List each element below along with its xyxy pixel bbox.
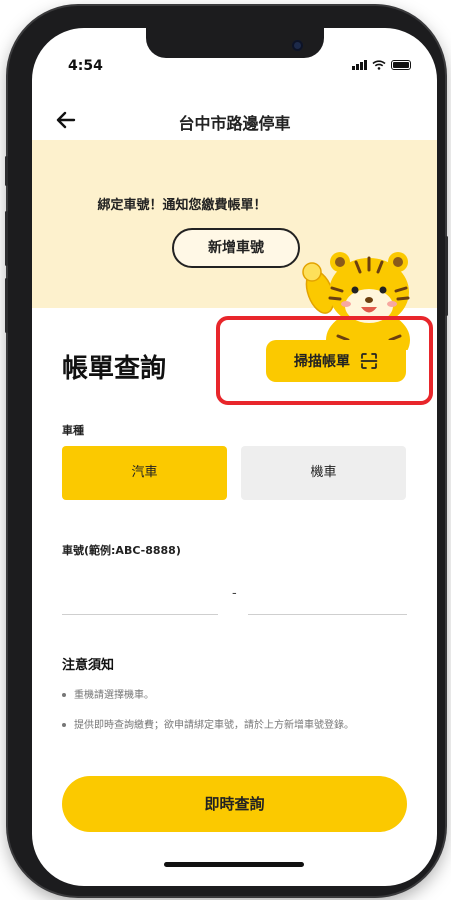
signal-icon <box>352 60 367 70</box>
app-screen: 4:54 台中市路邊停車 綁定車號！通知您繳費帳單！ 新增車號 帳單查詢 掃描帳… <box>32 28 437 886</box>
mute-switch <box>5 156 8 186</box>
notice-item: 重機請選擇機車。 <box>62 686 154 705</box>
notch <box>146 28 324 58</box>
plate-label: 車號(範例:ABC-8888) <box>62 544 181 557</box>
status-time: 4:54 <box>68 58 103 74</box>
phone-frame: 4:54 台中市路邊停車 綁定車號！通知您繳費帳單！ 新增車號 帳單查詢 掃描帳… <box>5 6 448 896</box>
power-button <box>445 236 448 316</box>
status-icons <box>352 60 411 70</box>
home-indicator <box>164 862 304 867</box>
scan-bill-button[interactable]: 掃描帳單 <box>266 340 406 382</box>
notice-item: 提供即時查詢繳費；欲申請綁定車號，請於上方新增車號登錄。 <box>62 716 404 735</box>
plate-separator: - <box>232 586 237 601</box>
bill-query-title: 帳單查詢 <box>62 354 167 384</box>
volume-down-button <box>5 278 8 333</box>
plate-input-part1[interactable] <box>62 614 218 615</box>
camera-icon <box>292 40 303 51</box>
scan-icon <box>360 353 378 369</box>
vehicle-type-car[interactable]: 汽車 <box>62 446 227 500</box>
add-plate-button[interactable]: 新增車號 <box>172 228 300 268</box>
plate-input-part2[interactable] <box>248 614 407 615</box>
vehicle-type-label: 車種 <box>62 424 84 437</box>
banner-text: 綁定車號！通知您繳費帳單！ <box>97 198 267 213</box>
wifi-icon <box>372 60 386 70</box>
volume-up-button <box>5 211 8 266</box>
page-title: 台中市路邊停車 <box>178 114 291 133</box>
notice-title: 注意須知 <box>62 658 115 673</box>
scan-bill-label: 掃描帳單 <box>294 354 350 370</box>
instant-query-button[interactable]: 即時查詢 <box>62 776 407 832</box>
app-header: 台中市路邊停車 <box>32 106 437 138</box>
vehicle-type-motorcycle[interactable]: 機車 <box>241 446 406 500</box>
battery-icon <box>391 60 411 70</box>
bullet-icon <box>62 693 66 697</box>
bullet-icon <box>62 723 66 727</box>
